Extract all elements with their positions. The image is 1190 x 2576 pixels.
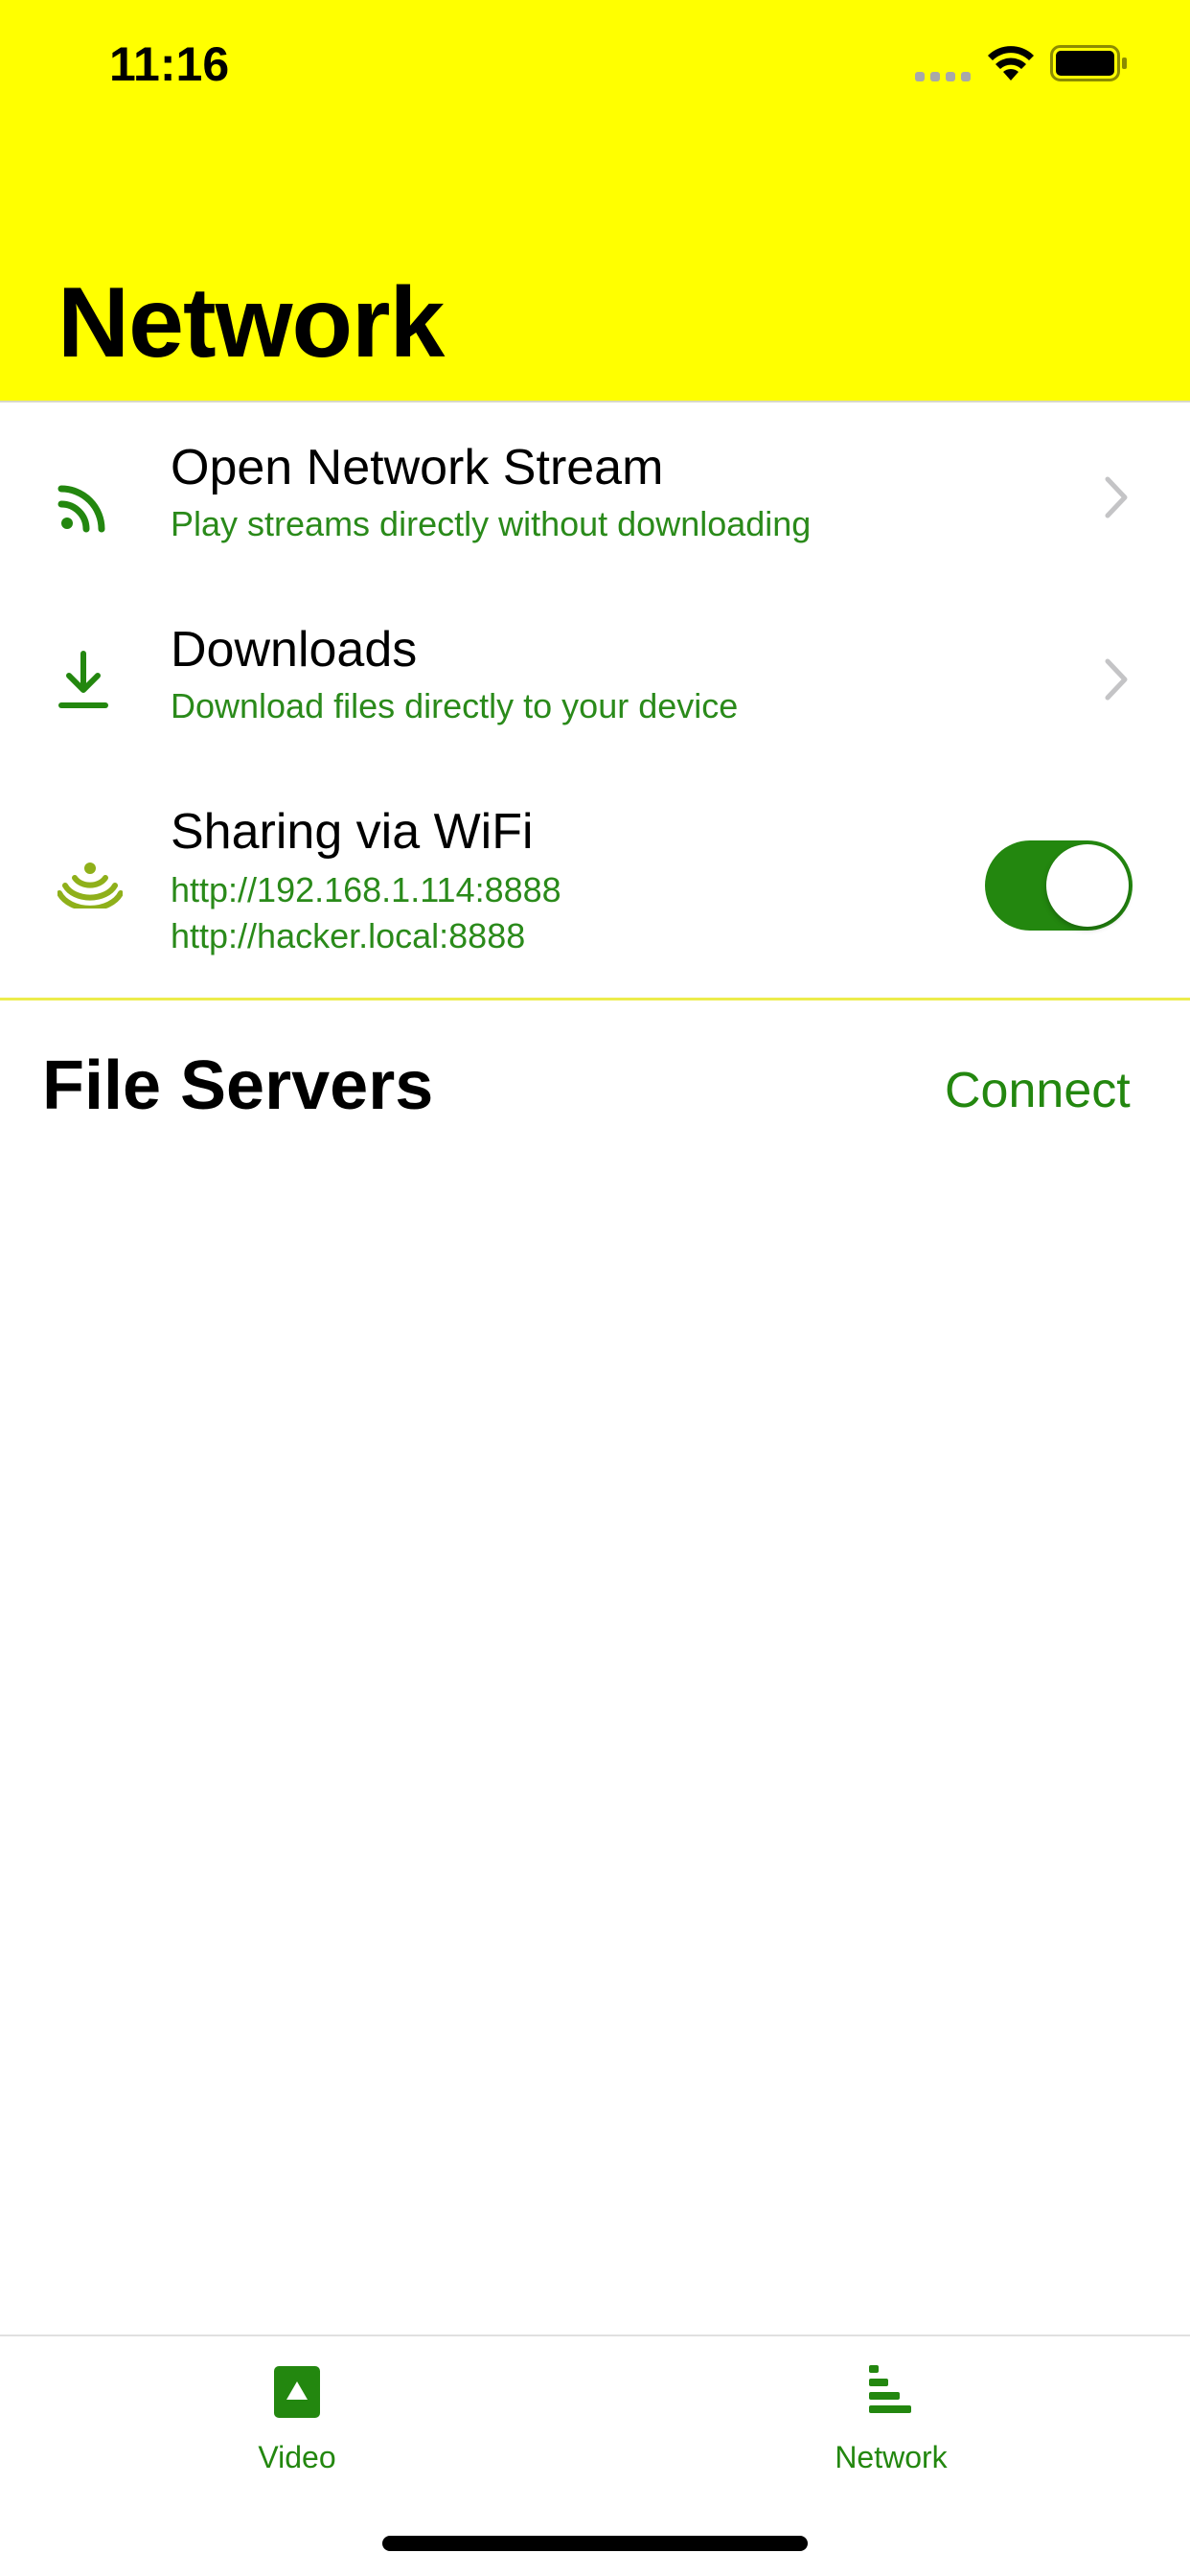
row-title: Open Network Stream (171, 440, 664, 495)
row-subtitle: Download files directly to your device (171, 686, 739, 725)
navigation-header: 11:16 Network (0, 0, 1190, 402)
sharing-toggle[interactable] (985, 840, 1133, 931)
page-title: Network (57, 267, 445, 379)
video-icon (274, 2366, 320, 2418)
home-indicator (382, 2536, 808, 2551)
network-tab-icon (869, 2365, 911, 2413)
sharing-address-ip: http://192.168.1.114:8888 (171, 870, 561, 909)
wifi-sharing-icon (57, 862, 123, 908)
file-servers-title: File Servers (42, 1047, 434, 1124)
connect-button[interactable]: Connect (945, 1062, 1131, 1119)
chevron-right-icon (1105, 476, 1128, 518)
tab-label: Video (258, 2440, 336, 2474)
wifi-status-icon (988, 46, 1034, 80)
chevron-right-icon (1105, 658, 1128, 701)
sharing-address-hostname: http://hacker.local:8888 (171, 916, 526, 955)
cellular-signal-icon (915, 72, 971, 81)
row-subtitle: Play streams directly without downloadin… (171, 504, 812, 543)
network-stream-icon (57, 485, 105, 533)
downloads-row[interactable]: Downloads Download files directly to you… (0, 585, 1190, 767)
download-icon (58, 651, 108, 708)
section-divider (0, 998, 1190, 1000)
battery-icon (1050, 45, 1127, 81)
tab-label: Network (835, 2440, 948, 2474)
toggle-knob (1046, 844, 1129, 927)
open-network-stream-row[interactable]: Open Network Stream Play streams directl… (0, 402, 1190, 585)
tab-video[interactable]: Video (153, 2336, 441, 2499)
status-time: 11:16 (109, 37, 230, 91)
row-title: Downloads (171, 622, 418, 678)
row-title: Sharing via WiFi (171, 804, 534, 860)
tab-network[interactable]: Network (747, 2336, 1035, 2499)
